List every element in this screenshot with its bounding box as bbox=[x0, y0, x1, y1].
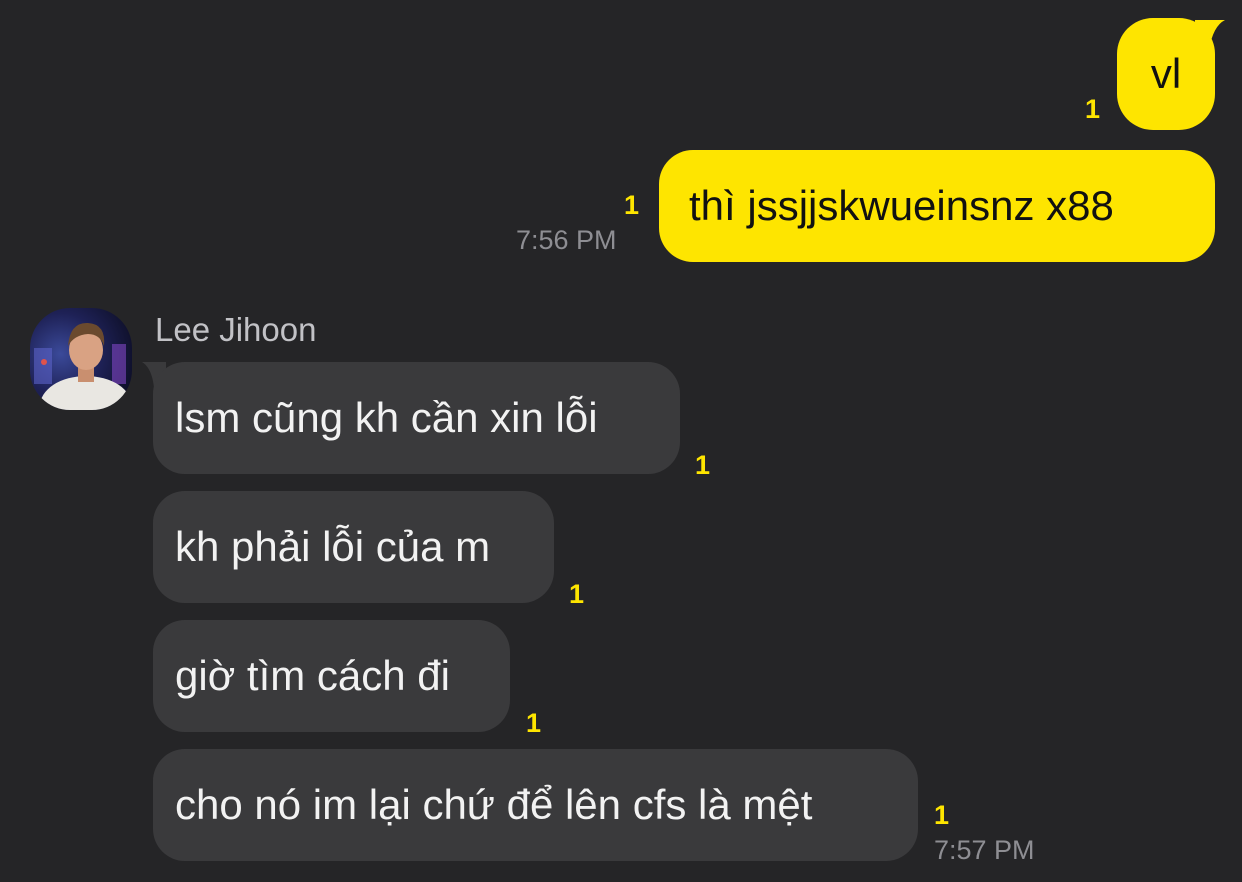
unread-count: 1 bbox=[526, 708, 542, 738]
message-timestamp: 7:57 PM bbox=[934, 835, 1035, 865]
unread-count: 1 bbox=[569, 579, 585, 609]
incoming-message-bubble[interactable]: cho nó im lại chứ để lên cfs là mệt bbox=[153, 749, 918, 861]
unread-count: 1 bbox=[695, 450, 711, 480]
incoming-message-text: giờ tìm cách đi bbox=[175, 652, 450, 699]
outgoing-message-bubble[interactable]: vl bbox=[1117, 18, 1215, 130]
unread-count: 1 bbox=[624, 190, 640, 220]
sender-avatar[interactable] bbox=[30, 308, 132, 410]
incoming-message-text: kh phải lỗi của m bbox=[175, 523, 491, 570]
message-timestamp: 7:56 PM bbox=[516, 225, 617, 255]
outgoing-message-bubble[interactable]: thì jssjjskwueinsnz x88 bbox=[659, 150, 1215, 262]
unread-count: 1 bbox=[1085, 94, 1101, 124]
incoming-message-text: cho nó im lại chứ để lên cfs là mệt bbox=[175, 781, 813, 828]
unread-count: 1 bbox=[934, 800, 950, 830]
chat-screen: vl 1 thì jssjjskwueinsnz x88 1 7:56 PM L… bbox=[0, 0, 1242, 882]
incoming-message-bubble[interactable]: kh phải lỗi của m bbox=[153, 491, 554, 603]
outgoing-message-text: vl bbox=[1150, 50, 1182, 97]
incoming-message-bubble[interactable]: giờ tìm cách đi bbox=[153, 620, 510, 732]
incoming-message-bubble[interactable]: lsm cũng kh cần xin lỗi bbox=[153, 362, 680, 474]
outgoing-message-text: thì jssjjskwueinsnz x88 bbox=[689, 182, 1114, 229]
incoming-message-text: lsm cũng kh cần xin lỗi bbox=[175, 394, 598, 441]
profile-photo-icon bbox=[30, 308, 132, 410]
sender-name: Lee Jihoon bbox=[155, 311, 317, 348]
